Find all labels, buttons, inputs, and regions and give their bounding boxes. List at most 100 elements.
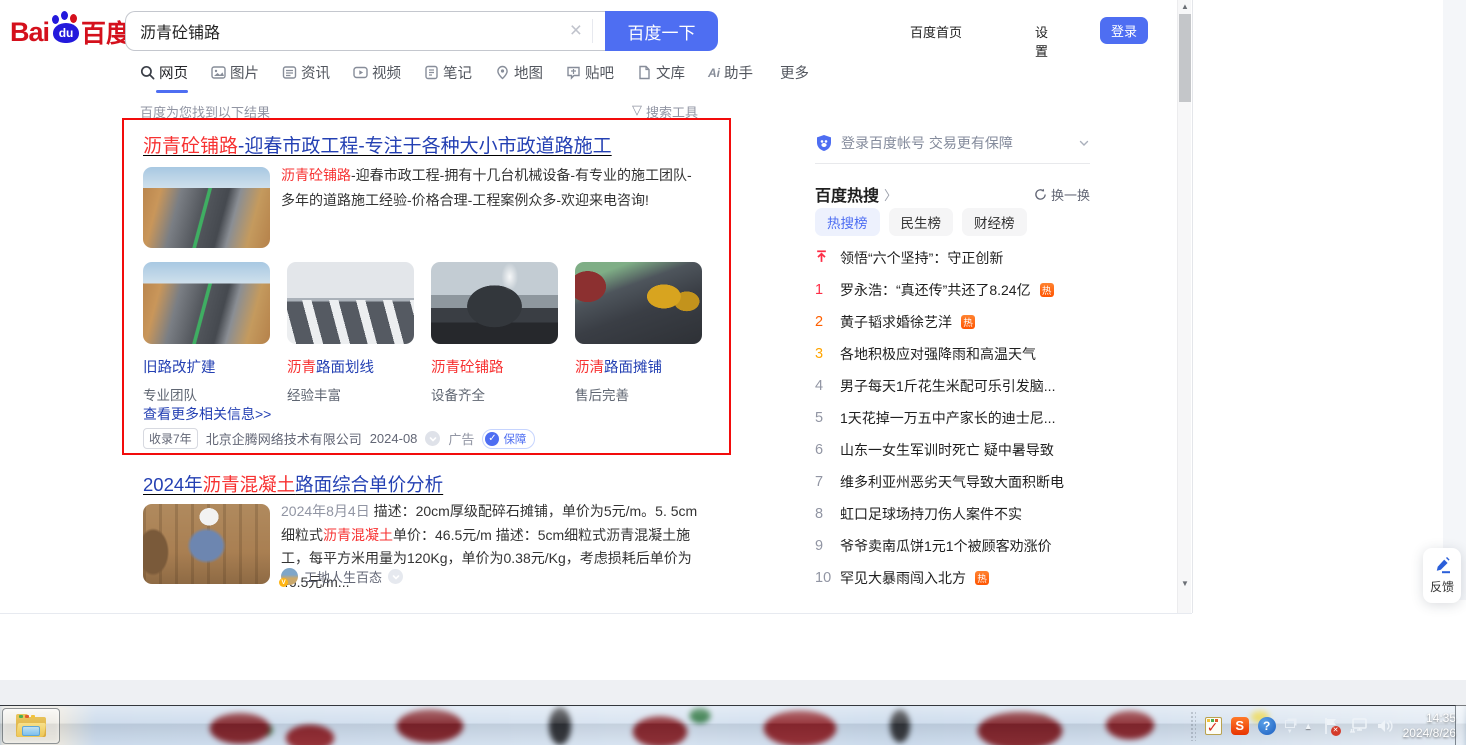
hot-search-item[interactable]: 2黄子韬求婚徐艺洋热 (815, 306, 1100, 338)
baidu-logo[interactable]: Bai du 百度 (10, 12, 131, 52)
tab-更多[interactable]: 更多 (776, 62, 809, 93)
thumb-caption[interactable]: 沥青路面划线 (287, 356, 414, 377)
login-button[interactable]: 登录 (1100, 17, 1148, 44)
search-button[interactable]: 百度一下 (605, 11, 718, 51)
hot-search-item[interactable]: 8虹口足球场持刀伤人案件不实 (815, 498, 1100, 530)
scrollbar-thumb[interactable] (1179, 14, 1191, 102)
tab-label: 贴吧 (585, 62, 614, 83)
ad-description: 沥青砼铺路-迎春市政工程-拥有十几台机械设备-有专业的施工团队-多年的道路施工经… (281, 163, 705, 213)
network-tray-icon[interactable] (1349, 718, 1368, 735)
crosswalk-photo[interactable] (287, 262, 414, 344)
chevron-down-icon[interactable] (425, 431, 440, 446)
tab-助手[interactable]: Ai助手 (708, 62, 753, 93)
ad-thumb-card[interactable]: 沥清路面摊铺售后完善 (575, 262, 702, 404)
hot-search-item[interactable]: 9爷爷卖南瓜饼1元1个被顾客劝涨价 (815, 530, 1100, 562)
organic-result-title[interactable]: 2024年沥青混凝土路面综合单价分析 (143, 471, 443, 497)
ad-thumb-card[interactable]: 沥青砼铺路设备齐全 (431, 262, 558, 404)
ad-thumb-card[interactable]: 沥青路面划线经验丰富 (287, 262, 414, 404)
hot-item-text[interactable]: 各地积极应对强降雨和高温天气 (840, 344, 1036, 364)
ad-result-title[interactable]: 沥青砼铺路-迎春市政工程-专注于各种大小市政道路施工 (143, 131, 612, 158)
taskbar: ✓ S ? ▼ ▲ ✕ 14:35 2024/8/26 (0, 705, 1466, 745)
doc-icon (637, 65, 652, 80)
ad-source-name: 北京企腾网络技术有限公司 (206, 429, 362, 448)
hot-item-text[interactable]: 领悟“六个坚持”：守正创新 (840, 248, 1003, 268)
show-desktop-button[interactable] (1455, 705, 1466, 745)
hot-item-text[interactable]: 爷爷卖南瓜饼1元1个被顾客劝涨价 (840, 536, 1052, 556)
hot-tab-财经榜[interactable]: 财经榜 (962, 208, 1027, 236)
ad-thumb-card[interactable]: 旧路改扩建专业团队 (143, 262, 270, 404)
hot-item-text[interactable]: 维多利亚州恶劣天气导致大面积断电 (840, 472, 1064, 492)
hot-search-item[interactable]: 1罗永浩：“真还传”共还了8.24亿热 (815, 274, 1100, 306)
hot-search-item[interactable]: 领悟“六个坚持”：守正创新 (815, 242, 1100, 274)
organic-source-row: V 工地人生百态 (281, 567, 403, 586)
hot-item-text[interactable]: 男子每天1斤花生米配可乐引发脑... (840, 376, 1055, 396)
hot-search-item[interactable]: 3 各地积极应对强降雨和高温天气 (815, 338, 1100, 370)
hot-item-text[interactable]: 黄子韬求婚徐艺洋 (840, 312, 952, 332)
scroll-down-arrow[interactable]: ▼ (1178, 579, 1192, 591)
window-restore-tray-icon[interactable]: ▼ (1285, 718, 1295, 735)
hot-search-item[interactable]: 51天花掉一万五中产家长的迪士尼... (815, 402, 1100, 434)
tab-文库[interactable]: 文库 (637, 62, 685, 93)
hot-search-item[interactable]: 6山东一女生军训时死亡 疑中暑导致 (815, 434, 1100, 466)
search-tools[interactable]: ▽ 搜索工具 (632, 102, 698, 121)
scroll-up-arrow[interactable]: ▲ (1178, 2, 1192, 14)
show-hidden-icons-button[interactable]: ▲ (1304, 721, 1313, 731)
chevron-down-icon[interactable] (388, 569, 403, 584)
notes-tray-icon[interactable]: ✓ (1205, 717, 1222, 735)
content-bottom-border (0, 613, 1192, 614)
tab-图片[interactable]: 图片 (211, 62, 259, 93)
site-age-badge: 收录7年 (143, 428, 198, 449)
hot-badge: 热 (1040, 283, 1054, 297)
taskbar-clock[interactable]: 14:35 2024/8/26 (1403, 711, 1456, 741)
hot-search-title[interactable]: 百度热搜 (815, 182, 879, 206)
clear-icon[interactable]: × (560, 19, 592, 43)
top-link-home[interactable]: 百度首页 (910, 22, 980, 41)
hot-search-tabs: 热搜榜民生榜财经榜 (815, 208, 1027, 236)
ad-main-photo[interactable] (143, 167, 270, 248)
baidu-search-screen: Bai du 百度 × 百度一下 百度首页 设置 登录 网页图片资讯视频笔记地图… (0, 0, 1466, 745)
sogou-tray-icon[interactable]: S (1231, 717, 1249, 735)
clock-time: 14:35 (1403, 711, 1456, 726)
hot-tab-热搜榜[interactable]: 热搜榜 (815, 208, 880, 236)
tab-视频[interactable]: 视频 (353, 62, 401, 93)
hot-search-item[interactable]: 4男子每天1斤花生米配可乐引发脑... (815, 370, 1100, 402)
hot-rank: 3 (815, 346, 831, 362)
road-photo[interactable] (143, 262, 270, 344)
hot-search-item[interactable]: 10罕见大暴雨闯入北方热 (815, 562, 1100, 594)
hot-item-text[interactable]: 罗永浩：“真还传”共还了8.24亿 (840, 280, 1031, 300)
explorer-taskbar-button[interactable] (2, 708, 60, 744)
thumb-subtitle: 设备齐全 (431, 384, 558, 404)
more-info-link[interactable]: 查看更多相关信息>> (143, 404, 271, 424)
tab-网页[interactable]: 网页 (140, 62, 188, 93)
hot-item-text[interactable]: 1天花掉一万五中产家长的迪士尼... (840, 408, 1055, 428)
top-link-settings[interactable]: 设置 (1035, 22, 1048, 60)
hot-search-item[interactable]: 7维多利亚州恶劣天气导致大面积断电 (815, 466, 1100, 498)
tab-资讯[interactable]: 资讯 (282, 62, 330, 93)
roller-photo[interactable] (575, 262, 702, 344)
refresh-button[interactable]: 换一换 (1034, 185, 1090, 204)
hot-tab-民生榜[interactable]: 民生榜 (889, 208, 954, 236)
tab-笔记[interactable]: 笔记 (424, 62, 472, 93)
action-center-flag-icon[interactable]: ✕ (1322, 716, 1340, 736)
volume-tray-icon[interactable] (1377, 718, 1394, 734)
help-tray-icon[interactable]: ? (1258, 717, 1276, 735)
thumb-caption[interactable]: 旧路改扩建 (143, 356, 270, 377)
tab-地图[interactable]: 地图 (495, 62, 543, 93)
search-input[interactable] (140, 22, 560, 40)
thumb-caption[interactable]: 沥清路面摊铺 (575, 356, 702, 377)
paver-photo[interactable] (431, 262, 558, 344)
organic-result-photo[interactable] (143, 504, 270, 584)
thumb-caption[interactable]: 沥青砼铺路 (431, 356, 558, 377)
page-scrollbar[interactable]: ▲ ▼ (1177, 0, 1191, 613)
ad-date: 2024-08 (370, 431, 418, 446)
guarantee-badge[interactable]: ✓ 保障 (482, 429, 535, 449)
hot-item-text[interactable]: 虹口足球场持刀伤人案件不实 (840, 504, 1022, 524)
hot-item-text[interactable]: 山东一女生军训时死亡 疑中暑导致 (840, 440, 1054, 460)
feedback-button[interactable]: 反馈 (1423, 548, 1461, 603)
baidu-paw-icon: du (49, 11, 83, 45)
organic-source-name[interactable]: 工地人生百态 (304, 567, 382, 586)
account-login-banner[interactable]: 登录百度帐号 交易更有保障 (815, 133, 1090, 153)
tab-贴吧[interactable]: 贴吧 (566, 62, 614, 93)
hot-item-text[interactable]: 罕见大暴雨闯入北方 (840, 568, 966, 588)
clock-date: 2024/8/26 (1403, 726, 1456, 741)
